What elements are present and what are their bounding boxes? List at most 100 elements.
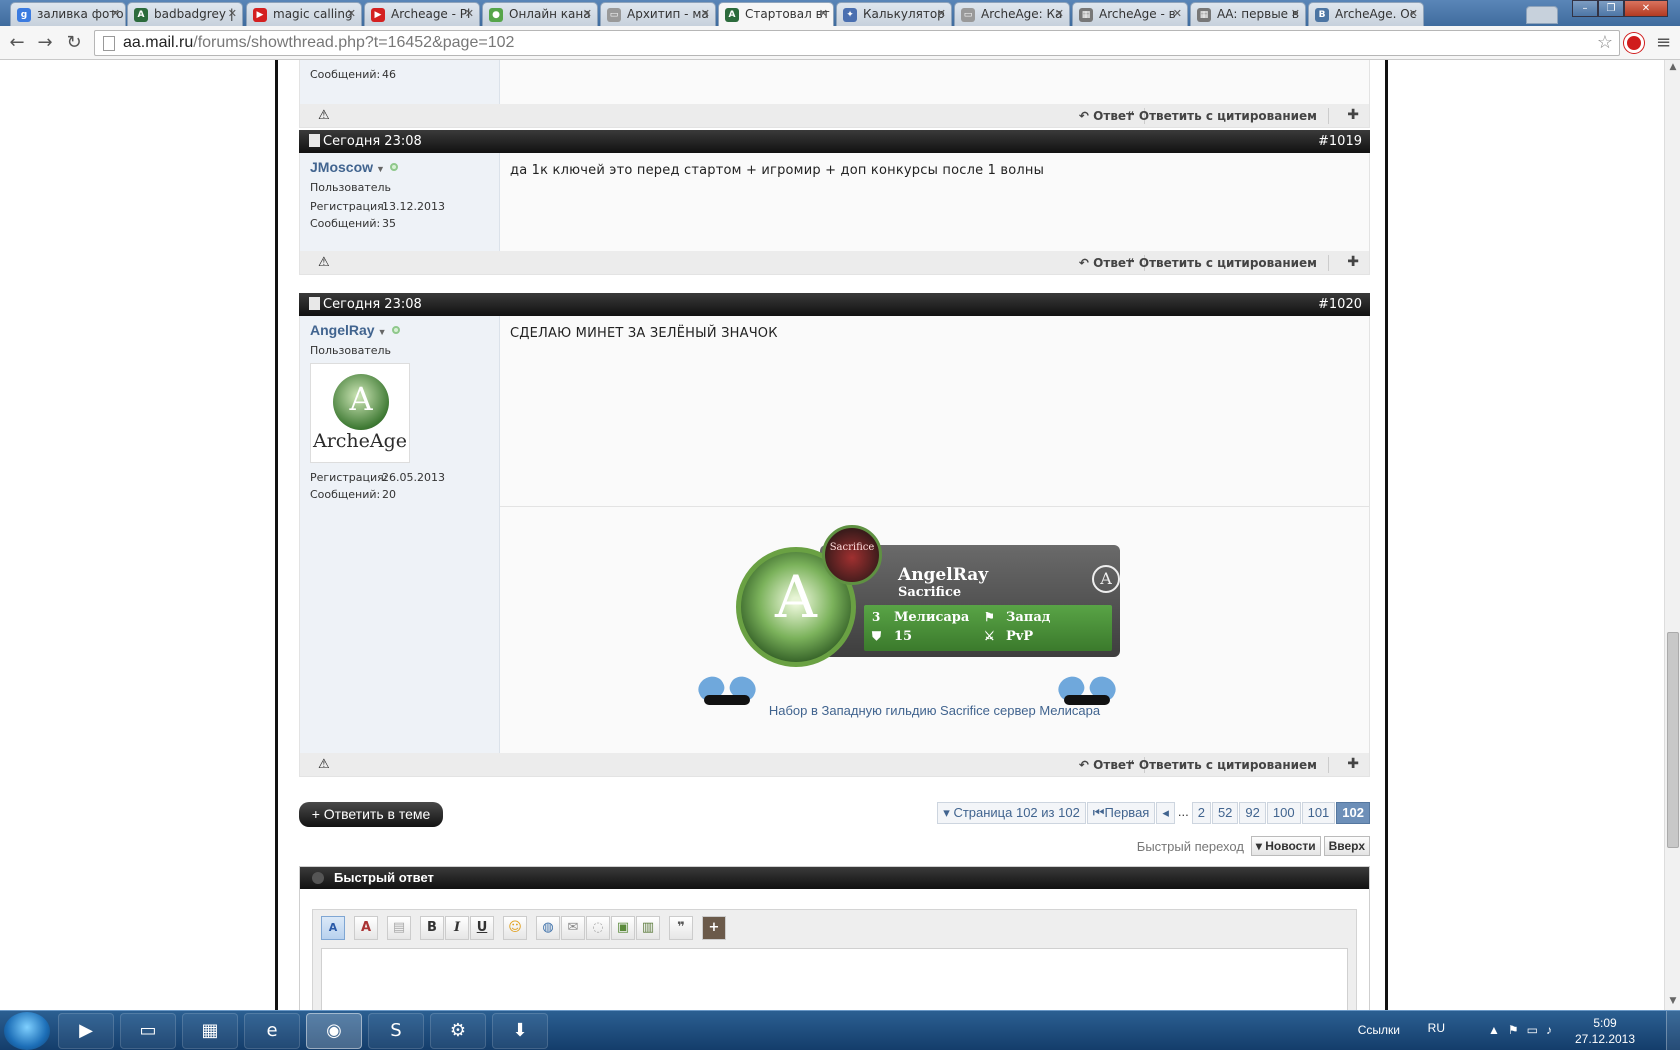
file-explorer-icon[interactable]: ▭ xyxy=(120,1013,176,1049)
internet-explorer-icon[interactable]: e xyxy=(244,1013,300,1049)
smiley-icon[interactable]: ☺ xyxy=(503,916,527,940)
page-link[interactable]: 52 xyxy=(1211,802,1239,824)
user-avatar[interactable]: A ArcheAge xyxy=(310,363,410,463)
back-arrow-icon[interactable]: ← xyxy=(6,32,28,54)
post-number-link[interactable]: #1019 xyxy=(1318,130,1362,153)
scroll-up-arrow-icon[interactable]: ▲ xyxy=(1668,62,1678,72)
menu-icon[interactable]: ≡ xyxy=(1656,32,1671,53)
links-toolbar[interactable]: Ссылки xyxy=(1358,1023,1400,1037)
browser-tab[interactable]: Abadbadgrey | ✕ xyxy=(127,2,243,26)
steam-icon[interactable]: ⚙ xyxy=(430,1013,486,1049)
italic-icon[interactable]: I xyxy=(445,916,469,940)
report-warning-icon[interactable]: ⚠ xyxy=(318,255,330,270)
email-icon[interactable]: ✉ xyxy=(561,916,585,940)
page-link[interactable]: 101 xyxy=(1301,802,1336,824)
multi-quote-icon[interactable]: ✚ xyxy=(1347,756,1359,772)
adblock-icon[interactable] xyxy=(1624,33,1644,53)
page-link[interactable]: 100 xyxy=(1266,802,1301,824)
tab-close-icon[interactable]: ✕ xyxy=(701,7,710,20)
post-number-link[interactable]: #1020 xyxy=(1318,293,1362,316)
username-link[interactable]: AngelRay ▼ xyxy=(310,322,489,338)
reply-button[interactable]: ↶ Ответ xyxy=(1079,109,1133,123)
windows-start-button[interactable] xyxy=(4,1012,50,1050)
collapse-icon[interactable] xyxy=(312,872,324,884)
new-tab-button[interactable] xyxy=(1526,6,1558,24)
quote-reply-button[interactable]: ❝ Ответить с цитированием xyxy=(1128,758,1317,772)
browser-tab[interactable]: ▶ magic calling ✕ xyxy=(246,2,362,26)
skype-icon[interactable]: S xyxy=(368,1013,424,1049)
tab-close-icon[interactable]: ✕ xyxy=(583,7,592,20)
show-desktop-button[interactable] xyxy=(1666,1011,1680,1051)
tab-close-icon[interactable]: ✕ xyxy=(937,7,946,20)
report-warning-icon[interactable]: ⚠ xyxy=(318,108,330,123)
tray-icons[interactable]: ▲⚑▭♪ xyxy=(1488,1023,1560,1037)
quick-nav-select[interactable]: ▾ Новости xyxy=(1250,836,1321,856)
quote-reply-button[interactable]: ❝ Ответить с цитированием xyxy=(1128,256,1317,270)
user-menu-arrow-icon[interactable]: ▼ xyxy=(378,327,387,337)
scroll-top-button[interactable]: Вверх xyxy=(1323,836,1370,856)
multi-quote-icon[interactable]: ✚ xyxy=(1347,254,1359,270)
browser-tab[interactable]: ✦ Калькулятор ✕ xyxy=(836,2,952,26)
underline-icon[interactable]: U xyxy=(470,916,494,940)
clock[interactable]: 5:09 27.12.2013 xyxy=(1570,1015,1640,1047)
expand-icon[interactable]: + xyxy=(702,916,726,940)
first-page-link[interactable]: ⏮Первая xyxy=(1086,802,1156,824)
browser-tab[interactable]: ▶ Archeage - Pl ✕ xyxy=(364,2,480,26)
tab-close-icon[interactable]: ✕ xyxy=(1173,7,1182,20)
bookmark-star-icon[interactable]: ☆ xyxy=(1597,32,1613,53)
page-link[interactable]: 2 xyxy=(1191,802,1211,824)
scrollbar-thumb[interactable] xyxy=(1667,632,1679,848)
messages-label: Сообщений: xyxy=(310,68,381,81)
maximize-window-button[interactable]: ❐ xyxy=(1598,0,1624,17)
page-info-dropdown[interactable]: ▾ Страница 102 из 102 xyxy=(937,802,1086,824)
scroll-down-arrow-icon[interactable]: ▼ xyxy=(1668,996,1678,1006)
page-link[interactable]: 92 xyxy=(1239,802,1266,824)
paste-icon[interactable]: ▤ xyxy=(387,916,411,940)
quote-reply-button[interactable]: ❝ Ответить с цитированием xyxy=(1128,109,1317,123)
tab-close-icon[interactable]: ✕ xyxy=(819,7,828,20)
tab-close-icon[interactable]: ✕ xyxy=(465,7,474,20)
browser-tab[interactable]: ▦ АА: первые в ✕ xyxy=(1190,2,1306,26)
close-window-button[interactable]: ✕ xyxy=(1624,0,1668,17)
reply-in-thread-button[interactable]: + Ответить в теме xyxy=(299,802,443,827)
browser-tab[interactable]: ▭ ArcheAge: Ка ✕ xyxy=(954,2,1070,26)
tab-close-icon[interactable]: ✕ xyxy=(228,7,237,20)
reply-button[interactable]: ↶ Ответ xyxy=(1079,758,1133,772)
username-link[interactable]: JMoscow ▼ xyxy=(310,159,489,175)
link-icon[interactable]: ◍ xyxy=(536,916,560,940)
user-menu-arrow-icon[interactable]: ▼ xyxy=(376,164,385,174)
browser-tab[interactable]: B ArcheAge. Ос ✕ xyxy=(1308,2,1424,26)
font-style-icon[interactable]: A xyxy=(321,916,345,940)
reply-textarea[interactable] xyxy=(321,948,1348,1010)
chrome-icon[interactable]: ◉ xyxy=(306,1013,362,1049)
download-manager-icon[interactable]: ⬇ xyxy=(492,1013,548,1049)
browser-tab[interactable]: ▭ Архитип - ма ✕ xyxy=(600,2,716,26)
image-icon[interactable]: ▣ xyxy=(611,916,635,940)
prev-page-arrow-icon[interactable]: ◂ xyxy=(1156,802,1175,824)
remove-format-icon[interactable]: A xyxy=(354,916,378,940)
forward-arrow-icon[interactable]: → xyxy=(34,32,56,54)
browser-tab[interactable]: ▦ ArcheAge - в ✕ xyxy=(1072,2,1188,26)
bold-icon[interactable]: B xyxy=(420,916,444,940)
quote-icon[interactable]: ❞ xyxy=(669,916,693,940)
tab-close-icon[interactable]: ✕ xyxy=(1055,7,1064,20)
media-player-icon[interactable]: ▶ xyxy=(58,1013,114,1049)
browser-tab[interactable]: ● Онлайн кана ✕ xyxy=(482,2,598,26)
page-scrollbar[interactable]: ▲ ▼ xyxy=(1664,60,1680,1010)
tab-close-icon[interactable]: ✕ xyxy=(1291,7,1300,20)
video-icon[interactable]: ▥ xyxy=(636,916,660,940)
browser-tab[interactable]: A Стартовал вт ✕ xyxy=(718,2,834,27)
tab-close-icon[interactable]: ✕ xyxy=(347,7,356,20)
unlink-icon[interactable]: ◌ xyxy=(586,916,610,940)
browser-tab[interactable]: g заливка фото ✕ xyxy=(10,2,126,26)
address-bar[interactable]: aa.mail.ru/forums/showthread.php?t=16452… xyxy=(94,30,1620,56)
system-monitor-icon[interactable]: ▦ xyxy=(182,1013,238,1049)
report-warning-icon[interactable]: ⚠ xyxy=(318,757,330,772)
minimize-window-button[interactable]: – xyxy=(1572,0,1598,17)
reload-icon[interactable]: ↻ xyxy=(63,32,85,54)
language-indicator[interactable]: RU xyxy=(1428,1021,1445,1035)
multi-quote-icon[interactable]: ✚ xyxy=(1347,107,1359,123)
tab-close-icon[interactable]: ✕ xyxy=(1409,7,1418,20)
reply-button[interactable]: ↶ Ответ xyxy=(1079,256,1133,270)
tab-close-icon[interactable]: ✕ xyxy=(111,7,120,20)
